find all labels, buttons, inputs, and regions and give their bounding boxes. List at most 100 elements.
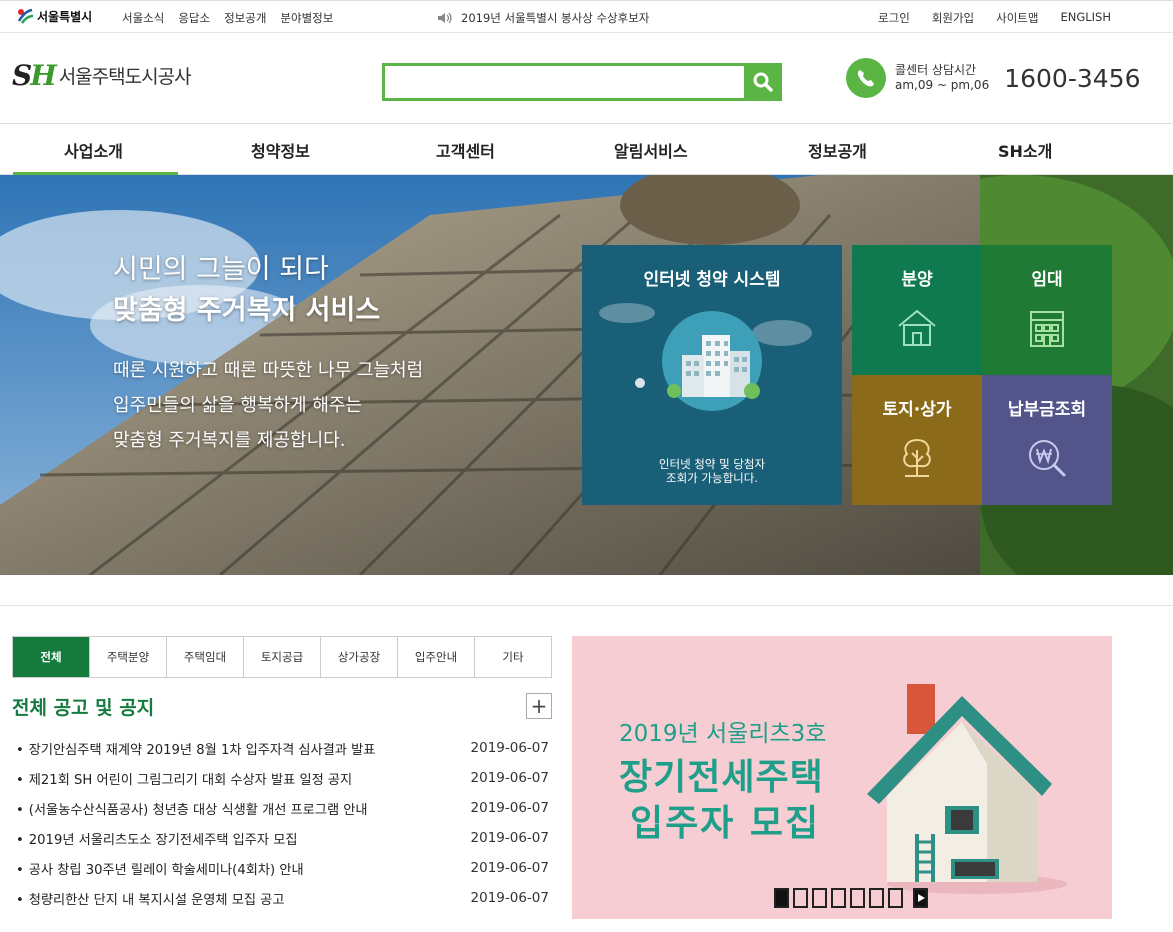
utility-links: 로그인 회원가입 사이트맵 ENGLISH — [878, 10, 1111, 26]
notice-category-tabs: 전체 주택분양 주택임대 토지공급 상가공장 입주안내 기타 — [12, 636, 552, 678]
pay-tile-title: 납부금조회 — [1007, 400, 1087, 420]
internet-desc-line-2: 조회가 가능합니다. — [666, 471, 758, 485]
search-box — [382, 63, 782, 101]
notice-title: (서울농수산식품공사) 청년층 대상 식생활 개선 프로그램 안내 — [12, 799, 368, 818]
internet-tile-description: 인터넷 청약 및 당첨자 조회가 가능합니다. — [582, 457, 842, 485]
nav-alert-service[interactable]: 알림서비스 — [614, 138, 688, 162]
notice-list: 장기안심주택 재계약 2019년 8월 1차 입주자격 심사결과 발표 2019… — [12, 733, 552, 913]
banner-subtitle: 2019년 서울리츠3호 — [619, 721, 827, 747]
nav-customer-center[interactable]: 고객센터 — [436, 138, 495, 162]
notice-date: 2019-06-07 — [470, 830, 549, 846]
notice-title: 제21회 SH 어린이 그림그리기 대회 수상자 발표 일정 공지 — [12, 769, 352, 788]
sh-logo-mark: SH — [12, 59, 57, 92]
slide-dot[interactable] — [831, 888, 846, 908]
call-center: 콜센터 상담시간 am,09 ~ pm,06 1600-3456 — [846, 58, 1140, 98]
top-links: 서울소식 응답소 정보공개 분야별정보 — [122, 10, 333, 26]
house-illustration — [867, 684, 1067, 894]
seoul-logo-text: 서울특별시 — [37, 9, 93, 24]
tab-land-supply[interactable]: 토지공급 — [243, 637, 320, 677]
slide-dot[interactable] — [888, 888, 903, 908]
notice-title: 장기안심주택 재계약 2019년 8월 1차 입주자격 심사결과 발표 — [12, 739, 376, 758]
sitemap-link[interactable]: 사이트맵 — [996, 10, 1038, 26]
section-divider — [0, 605, 1173, 606]
nav-about-sh[interactable]: SH소개 — [998, 138, 1052, 162]
list-item[interactable]: 2019년 서울리츠도소 장기전세주택 입주자 모집 2019-06-07 — [12, 823, 552, 853]
won-search-icon — [1029, 440, 1066, 477]
nav-info-disclosure[interactable]: 정보공개 — [808, 138, 867, 162]
speaker-icon — [438, 12, 452, 24]
slide-dot[interactable] — [812, 888, 827, 908]
tab-all[interactable]: 전체 — [13, 637, 89, 677]
hero-description: 때론 시원하고 때론 따뜻한 나무 그늘처럼 입주민들의 삶을 행복하게 해주는… — [113, 353, 423, 458]
nav-business[interactable]: 사업소개 — [64, 138, 123, 162]
login-link[interactable]: 로그인 — [878, 10, 910, 26]
hero-title-2: 맞춤형 주거복지 서비스 — [113, 295, 381, 326]
sh-logo[interactable]: SH 서울주택도시공사 — [12, 59, 192, 92]
slide-dot[interactable] — [793, 888, 808, 908]
tab-move-in-guide[interactable]: 입주안내 — [397, 637, 474, 677]
list-item[interactable]: 제21회 SH 어린이 그림그리기 대회 수상자 발표 일정 공지 2019-0… — [12, 763, 552, 793]
call-hours-block: 콜센터 상담시간 am,09 ~ pm,06 — [895, 63, 989, 93]
top-link-news[interactable]: 서울소식 — [122, 10, 164, 26]
promo-banner[interactable]: 2019년 서울리츠3호 장기전세주택 입주자 모집 — [572, 636, 1112, 919]
internet-subscription-tile[interactable]: 인터넷 청약 시스템 인터넷 청약 및 당첨자 조회가 가능합니다. — [582, 245, 842, 505]
phone-icon — [846, 58, 886, 98]
hero-banner: 시민의 그늘이 되다 맞춤형 주거복지 서비스 때론 시원하고 때론 따뜻한 나… — [0, 175, 1173, 575]
call-label: 콜센터 상담시간 — [895, 63, 977, 77]
payment-inquiry-tile[interactable]: 납부금조회 — [982, 375, 1112, 505]
call-hours: am,09 ~ pm,06 — [895, 78, 990, 92]
apartment-icon — [1030, 311, 1064, 347]
board-title: 전체 공고 및 공지 — [12, 697, 155, 719]
notice-date: 2019-06-07 — [470, 800, 549, 816]
slide-dot[interactable] — [774, 888, 789, 908]
list-item[interactable]: 공사 창립 30주년 릴레이 학술세미나(4회차) 안내 2019-06-07 — [12, 853, 552, 883]
notice-date: 2019-06-07 — [470, 770, 549, 786]
hero-title-1: 시민의 그늘이 되다 — [113, 254, 329, 285]
notice-ticker[interactable]: 2019년 서울특별시 봉사상 수상후보자 — [437, 10, 649, 26]
notice-date: 2019-06-07 — [470, 890, 549, 906]
tab-housing-rent[interactable]: 주택임대 — [166, 637, 243, 677]
internet-tile-title: 인터넷 청약 시스템 — [643, 270, 781, 290]
sale-tile[interactable]: 분양 — [852, 245, 982, 375]
house-icon — [898, 309, 936, 346]
notice-title: 공사 창립 30주년 릴레이 학술세미나(4회차) 안내 — [12, 859, 304, 878]
signup-link[interactable]: 회원가입 — [932, 10, 974, 26]
rent-tile-title: 임대 — [1031, 270, 1063, 290]
tab-commercial-factory[interactable]: 상가공장 — [320, 637, 397, 677]
list-item[interactable]: 장기안심주택 재계약 2019년 8월 1차 입주자격 심사결과 발표 2019… — [12, 733, 552, 763]
main-navigation: 사업소개 청약정보 고객센터 알림서비스 정보공개 SH소개 — [0, 124, 1173, 175]
site-header: SH 서울주택도시공사 콜센터 상담시간 am,09 ~ pm,06 1600-… — [0, 33, 1173, 124]
nav-subscription[interactable]: 청약정보 — [251, 138, 310, 162]
list-item[interactable]: (서울농수산식품공사) 청년층 대상 식생활 개선 프로그램 안내 2019-0… — [12, 793, 552, 823]
notice-date: 2019-06-07 — [470, 740, 549, 756]
seoul-city-logo[interactable]: 서울특별시 — [16, 7, 92, 25]
call-number: 1600-3456 — [1004, 63, 1141, 93]
rent-tile[interactable]: 임대 — [982, 245, 1112, 375]
top-link-field-info[interactable]: 분야별정보 — [280, 10, 333, 26]
hero-text: 시민의 그늘이 되다 맞춤형 주거복지 서비스 때론 시원하고 때론 따뜻한 나… — [113, 247, 423, 458]
tab-etc[interactable]: 기타 — [474, 637, 551, 677]
sale-tile-title: 분양 — [901, 270, 933, 290]
banner-title-1: 장기전세주택 — [619, 757, 824, 798]
tree-icon — [903, 438, 931, 477]
search-input[interactable] — [385, 66, 744, 98]
top-link-eungdapso[interactable]: 응답소 — [178, 10, 210, 26]
land-tile-title: 토지·상가 — [882, 400, 952, 420]
land-commercial-tile[interactable]: 토지·상가 — [852, 375, 982, 505]
top-link-info-disclosure[interactable]: 정보공개 — [224, 10, 266, 26]
tab-housing-sale[interactable]: 주택분양 — [89, 637, 166, 677]
notice-text: 2019년 서울특별시 봉사상 수상후보자 — [461, 11, 650, 25]
list-item[interactable]: 청량리한산 단지 내 복지시설 운영체 모집 공고 2019-06-07 — [12, 883, 552, 913]
slide-dot[interactable] — [869, 888, 884, 908]
banner-title-2: 입주자 모집 — [630, 803, 821, 844]
city-building-icon — [599, 303, 812, 411]
internet-desc-line-1: 인터넷 청약 및 당첨자 — [658, 457, 766, 471]
search-icon — [753, 72, 773, 92]
more-button[interactable]: + — [526, 693, 552, 719]
notice-date: 2019-06-07 — [470, 860, 549, 876]
slide-play-icon[interactable] — [913, 888, 928, 908]
search-button[interactable] — [744, 63, 782, 101]
english-link[interactable]: ENGLISH — [1060, 10, 1111, 26]
slide-dot[interactable] — [850, 888, 865, 908]
slide-pagination — [774, 888, 928, 908]
